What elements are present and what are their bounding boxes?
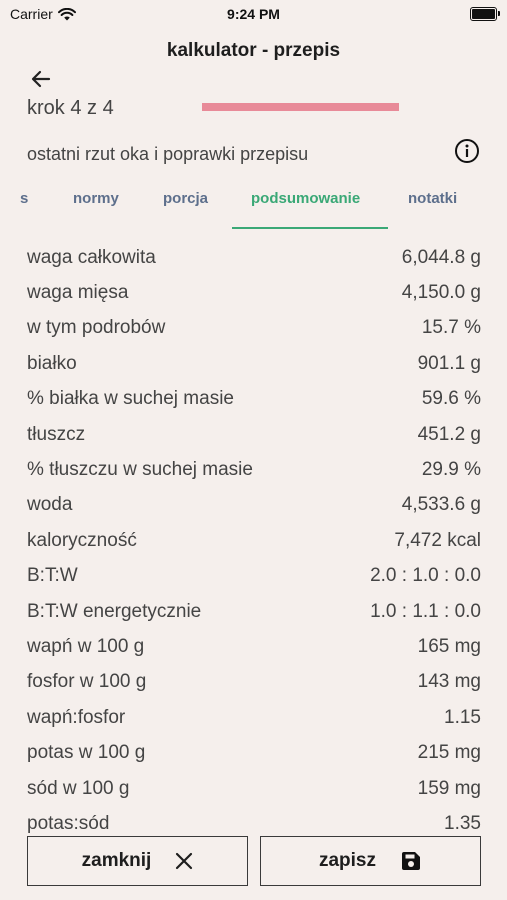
row-label: fosfor w 100 g [27, 671, 147, 693]
tab-normy[interactable]: normy [73, 190, 119, 207]
summary-row: B:T:W energetycznie 1.0 : 1.1 : 0.0 [27, 594, 481, 629]
row-value: 15.7 % [421, 317, 481, 339]
row-label: woda [27, 494, 73, 516]
row-value: 215 mg [417, 742, 481, 764]
active-tab-indicator [232, 227, 388, 229]
row-label: kaloryczność [27, 529, 137, 551]
row-label: białko [27, 352, 77, 374]
row-value: 159 mg [417, 777, 481, 799]
tab-notatki[interactable]: notatki [408, 190, 457, 207]
step-progress-fill [202, 103, 399, 111]
info-icon[interactable] [454, 138, 480, 164]
row-value: 451.2 g [417, 423, 481, 445]
row-value: 59.6 % [421, 388, 481, 410]
summary-list: waga całkowita 6,044.8 g waga mięsa 4,150.… [27, 240, 481, 842]
summary-row: woda 4,533.6 g [27, 488, 481, 523]
row-label: B:T:W energetycznie [27, 600, 202, 622]
step-progress-bar [202, 103, 399, 111]
summary-row: % tłuszczu w suchej masie 29.9 % [27, 452, 481, 487]
summary-row: waga mięsa 4,150.0 g [27, 275, 481, 310]
page-title: kalkulator - przepis [166, 40, 341, 61]
close-button[interactable]: zamknij [27, 836, 248, 886]
battery-icon [470, 7, 500, 21]
row-value: 4,533.6 g [401, 494, 481, 516]
row-label: potas w 100 g [27, 742, 146, 764]
summary-row: w tym podrobów 15.7 % [27, 311, 481, 346]
row-label: sód w 100 g [27, 777, 130, 799]
row-label: B:T:W [27, 565, 78, 587]
row-value: 1.0 : 1.1 : 0.0 [370, 600, 481, 622]
summary-row: fosfor w 100 g 143 mg [27, 665, 481, 700]
summary-row: kaloryczność 7,472 kcal [27, 523, 481, 558]
row-value: 165 mg [417, 635, 481, 657]
summary-row: wapń w 100 g 165 mg [27, 629, 481, 664]
close-button-label: zamknij [81, 850, 152, 871]
summary-row: % białka w suchej masie 59.6 % [27, 382, 481, 417]
row-value: 2.0 : 1.0 : 0.0 [370, 565, 481, 587]
tab-partial[interactable]: s [20, 190, 28, 207]
step-label: krok 4 z 4 [27, 97, 114, 119]
summary-row: potas w 100 g 215 mg [27, 735, 481, 770]
row-value: 7,472 kcal [394, 529, 481, 551]
row-value: 29.9 % [421, 459, 481, 481]
row-label: % tłuszczu w suchej masie [27, 459, 253, 481]
row-label: wapń:fosfor [27, 706, 126, 728]
row-label: potas:sód [27, 812, 110, 834]
row-value: 901.1 g [417, 352, 481, 374]
close-icon [176, 852, 193, 870]
row-label: wapń w 100 g [27, 635, 145, 657]
summary-row: tłuszcz 451.2 g [27, 417, 481, 452]
back-arrow-icon[interactable] [30, 68, 52, 90]
row-value: 1.15 [444, 706, 481, 728]
tab-podsumowanie[interactable]: podsumowanie [251, 190, 360, 207]
summary-row: wapń:fosfor 1.15 [27, 700, 481, 735]
status-bar: Carrier 9:24 PM [0, 0, 507, 30]
tab-porcja[interactable]: porcja [163, 190, 208, 207]
row-value: 1.35 [444, 812, 481, 834]
tab-bar: s normy porcja podsumowanie notatki [0, 180, 507, 230]
summary-row: waga całkowita 6,044.8 g [27, 240, 481, 275]
row-value: 143 mg [417, 671, 481, 693]
row-label: waga mięsa [27, 282, 129, 304]
save-button[interactable]: zapisz [260, 836, 481, 886]
row-label: tłuszcz [27, 423, 86, 445]
row-label: w tym podrobów [27, 317, 166, 339]
row-label: % białka w suchej masie [27, 388, 234, 410]
status-time: 9:24 PM [227, 6, 280, 22]
summary-row: B:T:W 2.0 : 1.0 : 0.0 [27, 559, 481, 594]
summary-row: białko 901.1 g [27, 346, 481, 381]
summary-row: sód w 100 g 159 mg [27, 771, 481, 806]
save-icon [402, 852, 421, 870]
row-label: waga całkowita [27, 246, 156, 268]
row-value: 4,150.0 g [401, 282, 481, 304]
row-value: 6,044.8 g [401, 246, 481, 268]
step-subtitle: ostatni rzut oka i poprawki przepisu [27, 144, 309, 164]
save-button-label: zapisz [318, 850, 377, 871]
